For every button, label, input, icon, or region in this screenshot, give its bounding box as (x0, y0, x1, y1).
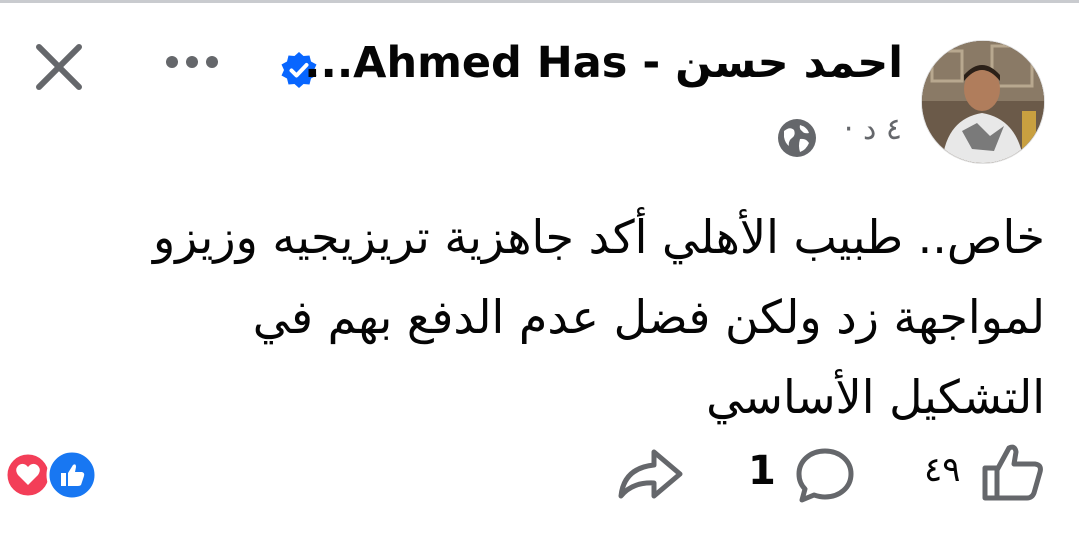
author-name[interactable]: احمد حسن - Ahmed Has... (304, 38, 903, 88)
top-divider (0, 0, 1079, 3)
comment-count[interactable]: 1 (748, 448, 776, 494)
globe-icon (776, 117, 818, 159)
more-options-icon[interactable] (163, 50, 221, 74)
comment-icon[interactable] (795, 446, 855, 506)
reaction-summary[interactable] (4, 448, 100, 502)
avatar[interactable] (921, 40, 1045, 164)
share-icon[interactable] (616, 446, 684, 502)
like-icon[interactable] (981, 442, 1045, 502)
post-timestamp[interactable]: ٤ د · (844, 112, 902, 147)
post-text: خاص.. طبيب الأهلي أكد جاهزية تريزيجيه وز… (152, 210, 1045, 424)
close-icon[interactable] (33, 41, 85, 93)
like-count[interactable]: ٤٩ (924, 450, 961, 490)
